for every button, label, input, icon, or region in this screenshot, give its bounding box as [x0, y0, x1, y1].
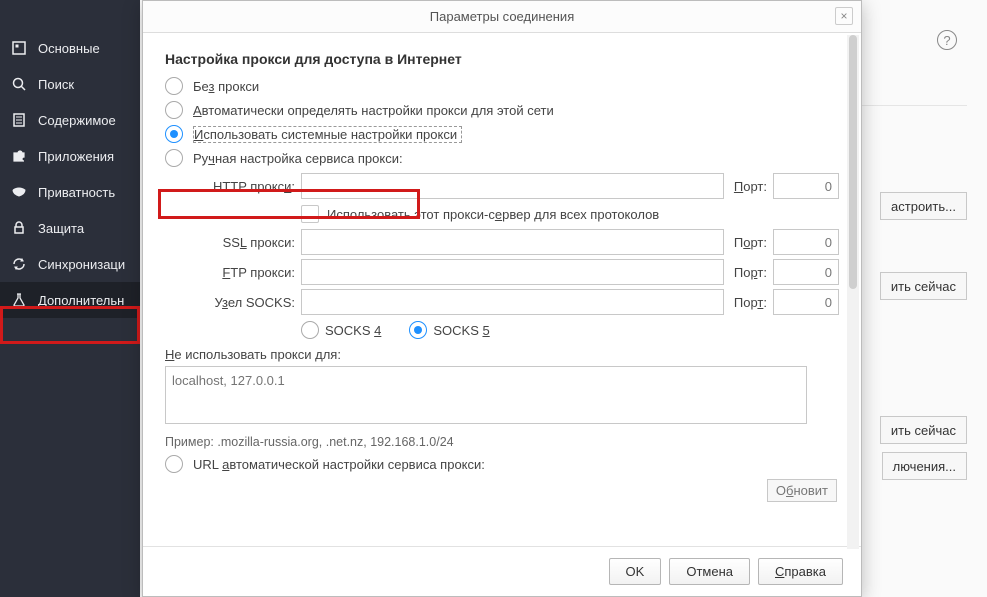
sidebar-item-label: Содержимое	[38, 113, 116, 128]
ftp-proxy-input[interactable]	[301, 259, 724, 285]
bg-now-button-1[interactable]: ить сейчас	[880, 272, 967, 300]
cancel-button[interactable]: Отмена	[669, 558, 750, 585]
radio-icon	[165, 101, 183, 119]
radio-icon	[165, 455, 183, 473]
connection-settings-modal: Параметры соединения × Настройка прокси …	[142, 0, 862, 597]
socks-host-input[interactable]	[301, 289, 724, 315]
sidebar-item-privacy[interactable]: Приватность	[0, 174, 140, 210]
checkbox-label: Использовать этот прокси-сервер для всех…	[327, 207, 659, 222]
socks-port-label: Порт:	[734, 295, 767, 310]
close-icon[interactable]: ×	[835, 7, 853, 25]
refresh-button[interactable]: Обновит	[767, 479, 837, 502]
radio-label: Ручная настройка сервиса прокси:	[193, 151, 403, 166]
ok-button[interactable]: OK	[609, 558, 662, 585]
lock-icon	[10, 219, 28, 237]
http-proxy-input[interactable]	[301, 173, 724, 199]
manual-proxy-fields: HTTP прокси: Порт: Использовать этот про…	[165, 173, 839, 339]
no-proxy-textarea[interactable]	[165, 366, 807, 424]
radio-icon	[165, 77, 183, 95]
ftp-proxy-label: FTP прокси:	[195, 265, 295, 280]
radio-label: Автоматически определять настройки прокс…	[193, 103, 554, 118]
ssl-proxy-input[interactable]	[301, 229, 724, 255]
help-icon[interactable]: ?	[937, 30, 957, 50]
checkbox-icon	[301, 205, 319, 223]
http-port-input[interactable]	[773, 173, 839, 199]
sidebar-item-advanced[interactable]: Дополнительн	[0, 282, 140, 318]
radio-manual-proxy[interactable]: Ручная настройка сервиса прокси:	[165, 149, 839, 167]
no-proxy-label: Не использовать прокси для:	[165, 347, 839, 362]
radio-no-proxy[interactable]: Без прокси	[165, 77, 839, 95]
radio-label: SOCKS 5	[433, 323, 489, 338]
sidebar-item-search[interactable]: Поиск	[0, 66, 140, 102]
sidebar-item-label: Дополнительн	[38, 293, 124, 308]
sidebar-item-general[interactable]: Основные	[0, 30, 140, 66]
radio-socks5[interactable]	[409, 321, 427, 339]
use-for-all-row[interactable]: Использовать этот прокси-сервер для всех…	[301, 205, 839, 223]
modal-body: Настройка прокси для доступа в Интернет …	[143, 33, 861, 546]
http-port-label: Порт:	[734, 179, 767, 194]
socks-port-input[interactable]	[773, 289, 839, 315]
modal-scrollbar[interactable]	[847, 35, 859, 549]
settings-sidebar: Основные Поиск Содержимое Приложения При…	[0, 0, 140, 597]
mask-icon	[10, 183, 28, 201]
ftp-port-label: Порт:	[734, 265, 767, 280]
radio-socks4[interactable]	[301, 321, 319, 339]
sidebar-item-apps[interactable]: Приложения	[0, 138, 140, 174]
ssl-port-input[interactable]	[773, 229, 839, 255]
no-proxy-example: Пример: .mozilla-russia.org, .net.nz, 19…	[165, 435, 839, 449]
radio-label: URL автоматической настройки сервиса про…	[193, 457, 485, 472]
document-icon	[10, 111, 28, 129]
radio-label: Использовать системные настройки прокси	[193, 126, 462, 143]
modal-footer: OK Отмена Справка	[143, 546, 861, 596]
sync-icon	[10, 255, 28, 273]
ftp-port-input[interactable]	[773, 259, 839, 285]
sidebar-item-label: Синхронизаци	[38, 257, 125, 272]
sidebar-item-label: Приложения	[38, 149, 114, 164]
sidebar-item-security[interactable]: Защита	[0, 210, 140, 246]
sidebar-item-sync[interactable]: Синхронизаци	[0, 246, 140, 282]
radio-auto-detect[interactable]: Автоматически определять настройки прокс…	[165, 101, 839, 119]
flask-icon	[10, 291, 28, 309]
sidebar-item-content[interactable]: Содержимое	[0, 102, 140, 138]
modal-title-text: Параметры соединения	[430, 9, 574, 24]
ssl-proxy-label: SSL прокси:	[195, 235, 295, 250]
radio-label: Без прокси	[193, 79, 259, 94]
radio-icon	[165, 149, 183, 167]
square-icon	[10, 39, 28, 57]
bg-connection-button[interactable]: лючения...	[882, 452, 967, 480]
proxy-heading: Настройка прокси для доступа в Интернет	[165, 51, 839, 67]
radio-system-proxy[interactable]: Использовать системные настройки прокси	[165, 125, 839, 143]
help-button[interactable]: Справка	[758, 558, 843, 585]
radio-icon	[165, 125, 183, 143]
sidebar-item-label: Приватность	[38, 185, 115, 200]
modal-titlebar: Параметры соединения ×	[143, 1, 861, 33]
bg-configure-button[interactable]: астроить...	[880, 192, 967, 220]
sidebar-item-label: Защита	[38, 221, 84, 236]
sidebar-item-label: Поиск	[38, 77, 74, 92]
scrollbar-thumb[interactable]	[849, 35, 857, 289]
ssl-port-label: Порт:	[734, 235, 767, 250]
http-proxy-label: HTTP прокси:	[195, 179, 295, 194]
search-icon	[10, 75, 28, 93]
puzzle-icon	[10, 147, 28, 165]
sidebar-item-label: Основные	[38, 41, 100, 56]
radio-auto-url[interactable]: URL автоматической настройки сервиса про…	[165, 455, 839, 473]
bg-now-button-2[interactable]: ить сейчас	[880, 416, 967, 444]
radio-label: SOCKS 4	[325, 323, 381, 338]
socks-host-label: Узел SOCKS:	[195, 295, 295, 310]
